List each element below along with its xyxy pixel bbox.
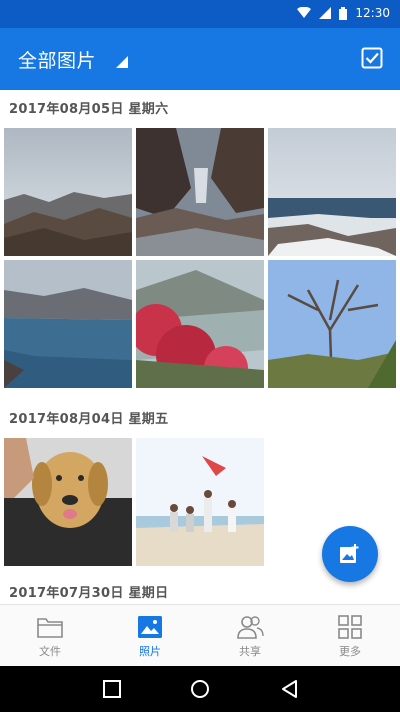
page-title[interactable]: 全部图片 xyxy=(18,46,96,73)
nav-label: 照片 xyxy=(139,645,161,658)
battery-icon xyxy=(339,6,348,20)
system-nav-bar xyxy=(0,666,400,712)
nav-label: 文件 xyxy=(39,645,61,658)
add-photo-button[interactable] xyxy=(322,526,378,582)
nav-label: 更多 xyxy=(339,645,361,658)
signal-icon xyxy=(319,7,332,19)
folder-icon xyxy=(37,618,63,638)
photo-thumbnail[interactable] xyxy=(136,438,264,566)
recents-icon[interactable] xyxy=(102,679,122,699)
status-bar: 12:30 xyxy=(0,0,400,28)
photo-thumbnail[interactable] xyxy=(4,260,132,388)
dropdown-icon[interactable] xyxy=(116,56,128,68)
section-date: 2017年07月30日 星期日 xyxy=(9,586,169,601)
nav-item-share[interactable]: 共享 xyxy=(200,605,300,666)
photo-thumbnail[interactable] xyxy=(136,128,264,256)
home-icon[interactable] xyxy=(190,679,210,699)
status-time: 12:30 xyxy=(355,6,390,20)
add-photo-icon xyxy=(340,544,359,563)
section-date: 2017年08月04日 星期五 xyxy=(9,412,169,427)
nav-item-files[interactable]: 文件 xyxy=(0,605,100,666)
nav-label: 共享 xyxy=(239,645,261,658)
photo-thumbnail[interactable] xyxy=(136,260,264,388)
photo-thumbnail[interactable] xyxy=(4,438,132,566)
nav-item-more[interactable]: 更多 xyxy=(300,605,400,666)
select-checkbox-icon[interactable] xyxy=(360,46,384,70)
bottom-nav: 文件 照片 共享 更多 xyxy=(0,604,400,666)
section-date: 2017年08月05日 星期六 xyxy=(9,102,169,117)
back-icon[interactable] xyxy=(280,679,300,699)
photo-icon xyxy=(138,616,162,638)
grid-icon xyxy=(338,615,362,639)
photo-thumbnail[interactable] xyxy=(4,128,132,256)
people-icon xyxy=(237,616,264,639)
photo-thumbnail[interactable] xyxy=(268,128,396,256)
photo-thumbnail[interactable] xyxy=(268,260,396,388)
app-bar: 全部图片 xyxy=(0,28,400,90)
nav-item-photos[interactable]: 照片 xyxy=(100,605,200,666)
wifi-icon xyxy=(297,7,312,18)
